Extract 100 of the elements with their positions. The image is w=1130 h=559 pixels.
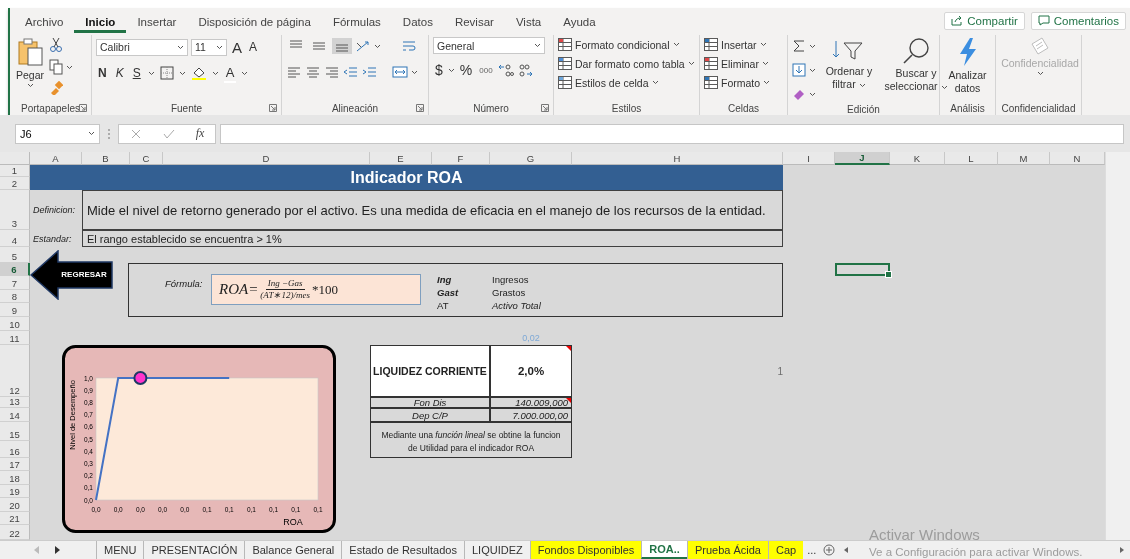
row-header[interactable]: 20 — [0, 498, 30, 512]
sheet-tab[interactable]: Cap — [767, 541, 804, 559]
fill-color-icon[interactable] — [190, 66, 207, 80]
column-header[interactable]: H — [572, 152, 783, 165]
column-header[interactable]: D — [163, 152, 370, 165]
column-header[interactable]: L — [945, 152, 998, 165]
column-header[interactable]: B — [82, 152, 130, 165]
sheet-tab[interactable]: PRESENTACIÓN — [143, 541, 245, 559]
cells-menu-button[interactable]: Eliminar — [704, 54, 769, 73]
check-icon[interactable] — [162, 127, 175, 140]
cells-menu-button[interactable]: Formato — [704, 73, 771, 92]
row-header[interactable]: 6 — [0, 263, 30, 276]
dialog-launcher-icon[interactable] — [79, 104, 87, 112]
scroll-right-icon[interactable] — [1118, 546, 1126, 554]
column-header[interactable]: M — [998, 152, 1050, 165]
row-header[interactable]: 12 — [0, 345, 30, 397]
fill-down-icon[interactable] — [792, 63, 806, 77]
format-painter-icon[interactable] — [49, 81, 64, 95]
selected-cell[interactable] — [835, 263, 890, 276]
row-header[interactable]: 15 — [0, 422, 30, 441]
dialog-launcher-icon[interactable] — [416, 104, 424, 112]
scroll-right-icon[interactable] — [54, 546, 60, 554]
font-size-field[interactable]: 11 — [191, 38, 227, 56]
decrease-indent-icon[interactable] — [343, 65, 359, 79]
thousands-button[interactable]: 000 — [477, 64, 495, 76]
row-header[interactable]: 5 — [0, 247, 30, 263]
comments-button[interactable]: Comentarios — [1030, 11, 1126, 30]
wrap-text-icon[interactable] — [401, 39, 417, 53]
ribbon-tab[interactable]: Ayuda — [552, 14, 607, 33]
row-header[interactable]: 11 — [0, 331, 30, 345]
more-tabs-button[interactable]: ... — [803, 541, 821, 559]
row-header[interactable]: 21 — [0, 512, 30, 525]
name-box[interactable]: J6 — [15, 123, 100, 144]
row-header[interactable]: 18 — [0, 471, 30, 485]
column-header[interactable]: E — [370, 152, 432, 165]
autosum-icon[interactable] — [792, 39, 806, 53]
insert-function-button[interactable]: fx — [195, 126, 205, 141]
column-header[interactable]: C — [130, 152, 163, 165]
eraser-icon[interactable] — [792, 87, 806, 101]
bold-button[interactable]: N — [96, 65, 109, 81]
cancel-icon[interactable] — [129, 127, 142, 140]
sheet-tab[interactable]: LIQUIDEZ — [463, 541, 530, 559]
row-header[interactable]: 19 — [0, 485, 30, 498]
styles-menu-button[interactable]: Formato condicional — [558, 35, 680, 54]
sheet-tab[interactable]: Balance General — [244, 541, 342, 559]
orientation-icon[interactable] — [355, 39, 371, 53]
row-header[interactable]: 10 — [0, 317, 30, 331]
scroll-left-icon[interactable] — [842, 546, 851, 554]
percent-button[interactable]: % — [457, 61, 475, 79]
row-header[interactable]: 3 — [0, 190, 30, 230]
column-header[interactable]: I — [783, 152, 835, 165]
row-header[interactable]: 22 — [0, 525, 30, 540]
column-header[interactable]: K — [890, 152, 945, 165]
align-center-icon[interactable] — [305, 65, 321, 79]
grow-font-button[interactable]: A — [230, 37, 244, 57]
row-header[interactable]: 7 — [0, 276, 30, 290]
font-name-field[interactable]: Calibri — [96, 38, 188, 56]
copy-icon[interactable] — [49, 59, 64, 75]
row-header[interactable]: 8 — [0, 290, 30, 303]
row-header[interactable]: 9 — [0, 303, 30, 317]
ribbon-tab[interactable]: Datos — [391, 14, 444, 33]
ribbon-tab[interactable]: Vista — [504, 14, 553, 33]
column-header[interactable]: N — [1050, 152, 1105, 165]
italic-button[interactable]: K — [113, 65, 126, 81]
share-button[interactable]: Compartir — [944, 11, 1025, 30]
sort-filter-button[interactable]: Ordenar y filtrar — [819, 35, 879, 93]
row-header[interactable]: 16 — [0, 441, 30, 458]
column-header[interactable]: F — [432, 152, 490, 165]
ribbon-tab[interactable]: Insertar — [126, 14, 188, 33]
increase-decimal-icon[interactable] — [497, 63, 514, 77]
ribbon-tab[interactable]: Fórmulas — [321, 14, 392, 33]
scissors-icon[interactable] — [49, 37, 64, 53]
row-header[interactable]: 1 — [0, 165, 30, 177]
row-header[interactable]: 4 — [0, 230, 30, 247]
row-header[interactable]: 13 — [0, 397, 30, 408]
analyze-data-button[interactable]: Analizar datos — [944, 35, 991, 97]
vertical-scrollbar[interactable] — [1105, 152, 1130, 540]
ribbon-tab[interactable]: Disposición de página — [187, 14, 322, 33]
ribbon-tab[interactable]: Inicio — [74, 14, 127, 33]
dialog-launcher-icon[interactable] — [541, 104, 549, 112]
vertical-align-button[interactable] — [332, 38, 352, 54]
dialog-launcher-icon[interactable] — [269, 104, 277, 112]
sheet-tab[interactable]: MENU — [96, 541, 144, 559]
increase-indent-icon[interactable] — [362, 65, 378, 79]
row-header[interactable]: 2 — [0, 177, 30, 190]
add-sheet-icon[interactable] — [823, 544, 836, 556]
merge-cells-icon[interactable] — [392, 65, 408, 79]
column-header[interactable]: A — [30, 152, 82, 165]
borders-icon[interactable] — [159, 66, 174, 80]
styles-menu-button[interactable]: Estilos de celda — [558, 73, 659, 92]
row-header[interactable]: 14 — [0, 408, 30, 422]
paste-button[interactable]: Pegar — [14, 35, 47, 90]
underline-button[interactable]: S — [130, 65, 143, 81]
shrink-font-button[interactable]: A — [247, 39, 260, 55]
sheet-tab[interactable]: ROA.. — [641, 541, 687, 559]
align-right-icon[interactable] — [324, 65, 340, 79]
sheet-tab[interactable]: Fondos Disponibles — [529, 541, 642, 559]
column-header[interactable]: G — [490, 152, 572, 165]
column-header[interactable]: J — [835, 152, 890, 165]
decrease-decimal-icon[interactable] — [516, 63, 533, 77]
